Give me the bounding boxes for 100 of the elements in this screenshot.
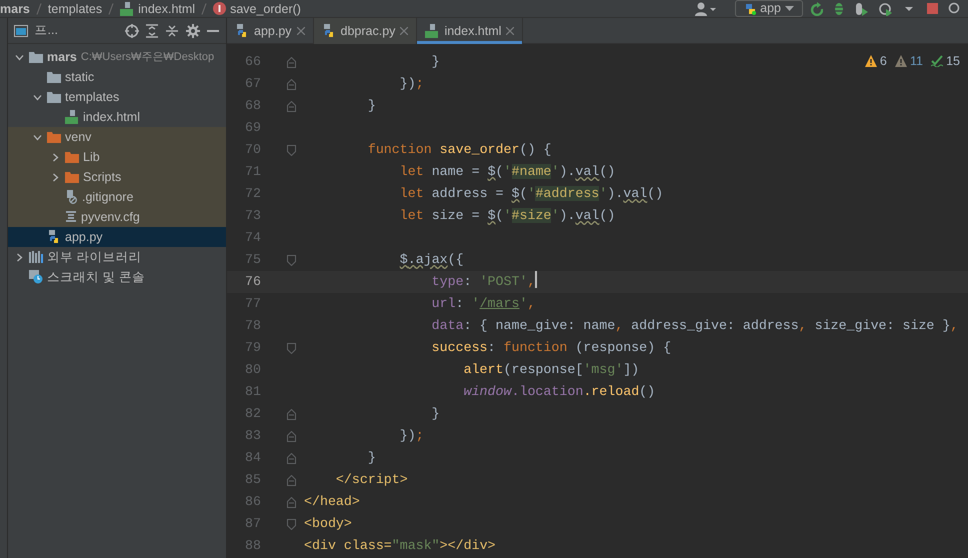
tree-item[interactable]: templates [8,87,226,108]
separator-icon [36,2,42,14]
python-file-icon [322,24,336,38]
caret-icon [785,6,794,12]
separator-icon [201,2,208,14]
expand-all-icon[interactable] [145,24,159,38]
locate-icon[interactable] [124,24,139,38]
breadcrumb-item[interactable]: mars [0,0,30,16]
coverage-run-icon[interactable] [855,2,870,16]
tree-item[interactable]: app.py [8,227,226,248]
line-number: 66 [244,53,262,71]
code-line: let address = $('#address').val() [398,185,664,203]
separator-icon [108,2,114,14]
fold-icon[interactable] [287,254,296,266]
tree-item[interactable]: pyvenv.cfg [8,207,226,228]
line-number: 81 [244,383,262,401]
code-line: <div class="mask"></div> [304,537,496,555]
scratch-icon [29,270,43,284]
fold-icon[interactable] [287,430,296,442]
inspection-counter[interactable]: 11 [894,52,923,71]
folder-icon [47,131,61,144]
close-icon[interactable] [296,27,305,35]
code-line: }); [398,75,424,93]
code-line: let size = $('#size').val() [398,207,616,225]
python-file-icon [235,24,249,38]
line-number: 72 [244,185,262,203]
collapse-all-icon[interactable] [165,24,180,38]
code-line: type: 'POST', [430,273,536,291]
profiler-icon[interactable] [878,2,892,16]
line-number: 76 [244,273,262,291]
text-cursor [535,271,538,288]
fold-icon[interactable] [287,342,296,354]
line-number: 68 [244,97,262,115]
breadcrumb-item[interactable]: save_order() [230,0,301,16]
line-number: 69 [244,119,262,137]
line-number: 75 [244,251,262,269]
code-line: window.location.reload() [462,383,656,401]
ignored-file-icon [65,190,78,204]
text-file-icon [65,211,77,224]
code-line: } [366,449,376,467]
code-line: success: function (response) { [430,339,672,357]
html-file-icon [65,110,79,124]
line-number: 77 [244,295,262,313]
tree-item[interactable]: .gitignore [8,187,226,208]
close-icon[interactable] [506,27,514,35]
tree-item[interactable]: Scripts [8,167,226,188]
editor-tab[interactable]: dbprac.py [314,18,418,44]
tree-item[interactable]: 스크래치 및 콘솔 [8,267,226,288]
folder-icon [29,51,43,64]
editor-tab[interactable]: index.html [417,18,524,44]
code-line: let name = $('#name').val() [398,163,616,181]
fold-icon[interactable] [287,518,296,530]
rerun-icon[interactable] [809,2,824,16]
code-line: $.ajax({ [398,251,464,269]
fold-icon[interactable] [287,452,296,464]
tree-item[interactable]: index.html [8,107,226,128]
tree-item[interactable]: venv [8,127,226,148]
line-number: 74 [244,229,262,247]
breadcrumb-item[interactable]: index.html [138,0,196,16]
fold-icon[interactable] [287,100,296,112]
inspection-counter[interactable]: 6 [864,52,887,71]
tree-item[interactable]: static [8,67,226,88]
line-number: 86 [244,493,262,511]
user-icon [694,2,716,16]
line-number: 83 [244,427,262,445]
code-line: } [430,405,440,423]
tree-item[interactable]: Lib [8,147,226,168]
fold-icon[interactable] [287,144,296,156]
editor-tab[interactable]: app.py [227,18,314,44]
close-icon[interactable] [400,27,408,35]
fold-icon[interactable] [287,474,296,486]
tree-item[interactable]: mars C:₩Users₩주은₩Desktop [8,47,226,68]
tree-item[interactable]: 외부 라이브러리 [8,247,226,268]
inspection-counter[interactable]: 15 [930,52,960,71]
fold-icon[interactable] [287,78,296,90]
fold-icon[interactable] [287,408,296,420]
check-icon [930,55,943,68]
stop-icon[interactable] [924,2,939,16]
folder-icon [65,171,79,184]
line-number: 84 [244,449,262,467]
html-file-icon [120,2,134,16]
line-number: 73 [244,207,262,225]
settings-icon[interactable] [186,24,200,38]
line-number: 85 [244,471,262,489]
html-file-icon [425,24,440,38]
code-line: }); [398,427,424,445]
code-line: } [430,53,440,71]
code-line: url: '/mars', [430,295,536,313]
line-number: 67 [244,75,262,93]
folder-icon [65,151,79,164]
line-number: 79 [244,339,262,357]
fold-icon[interactable] [287,496,296,508]
breadcrumb-item[interactable]: templates [48,0,102,16]
panel-title[interactable]: 프... [34,21,58,40]
function-icon [213,2,226,15]
warning-icon [864,55,877,68]
fold-icon[interactable] [287,56,296,68]
library-icon [29,251,43,264]
folder-icon [47,71,61,84]
run-configuration-dropdown[interactable]: app [735,0,803,17]
